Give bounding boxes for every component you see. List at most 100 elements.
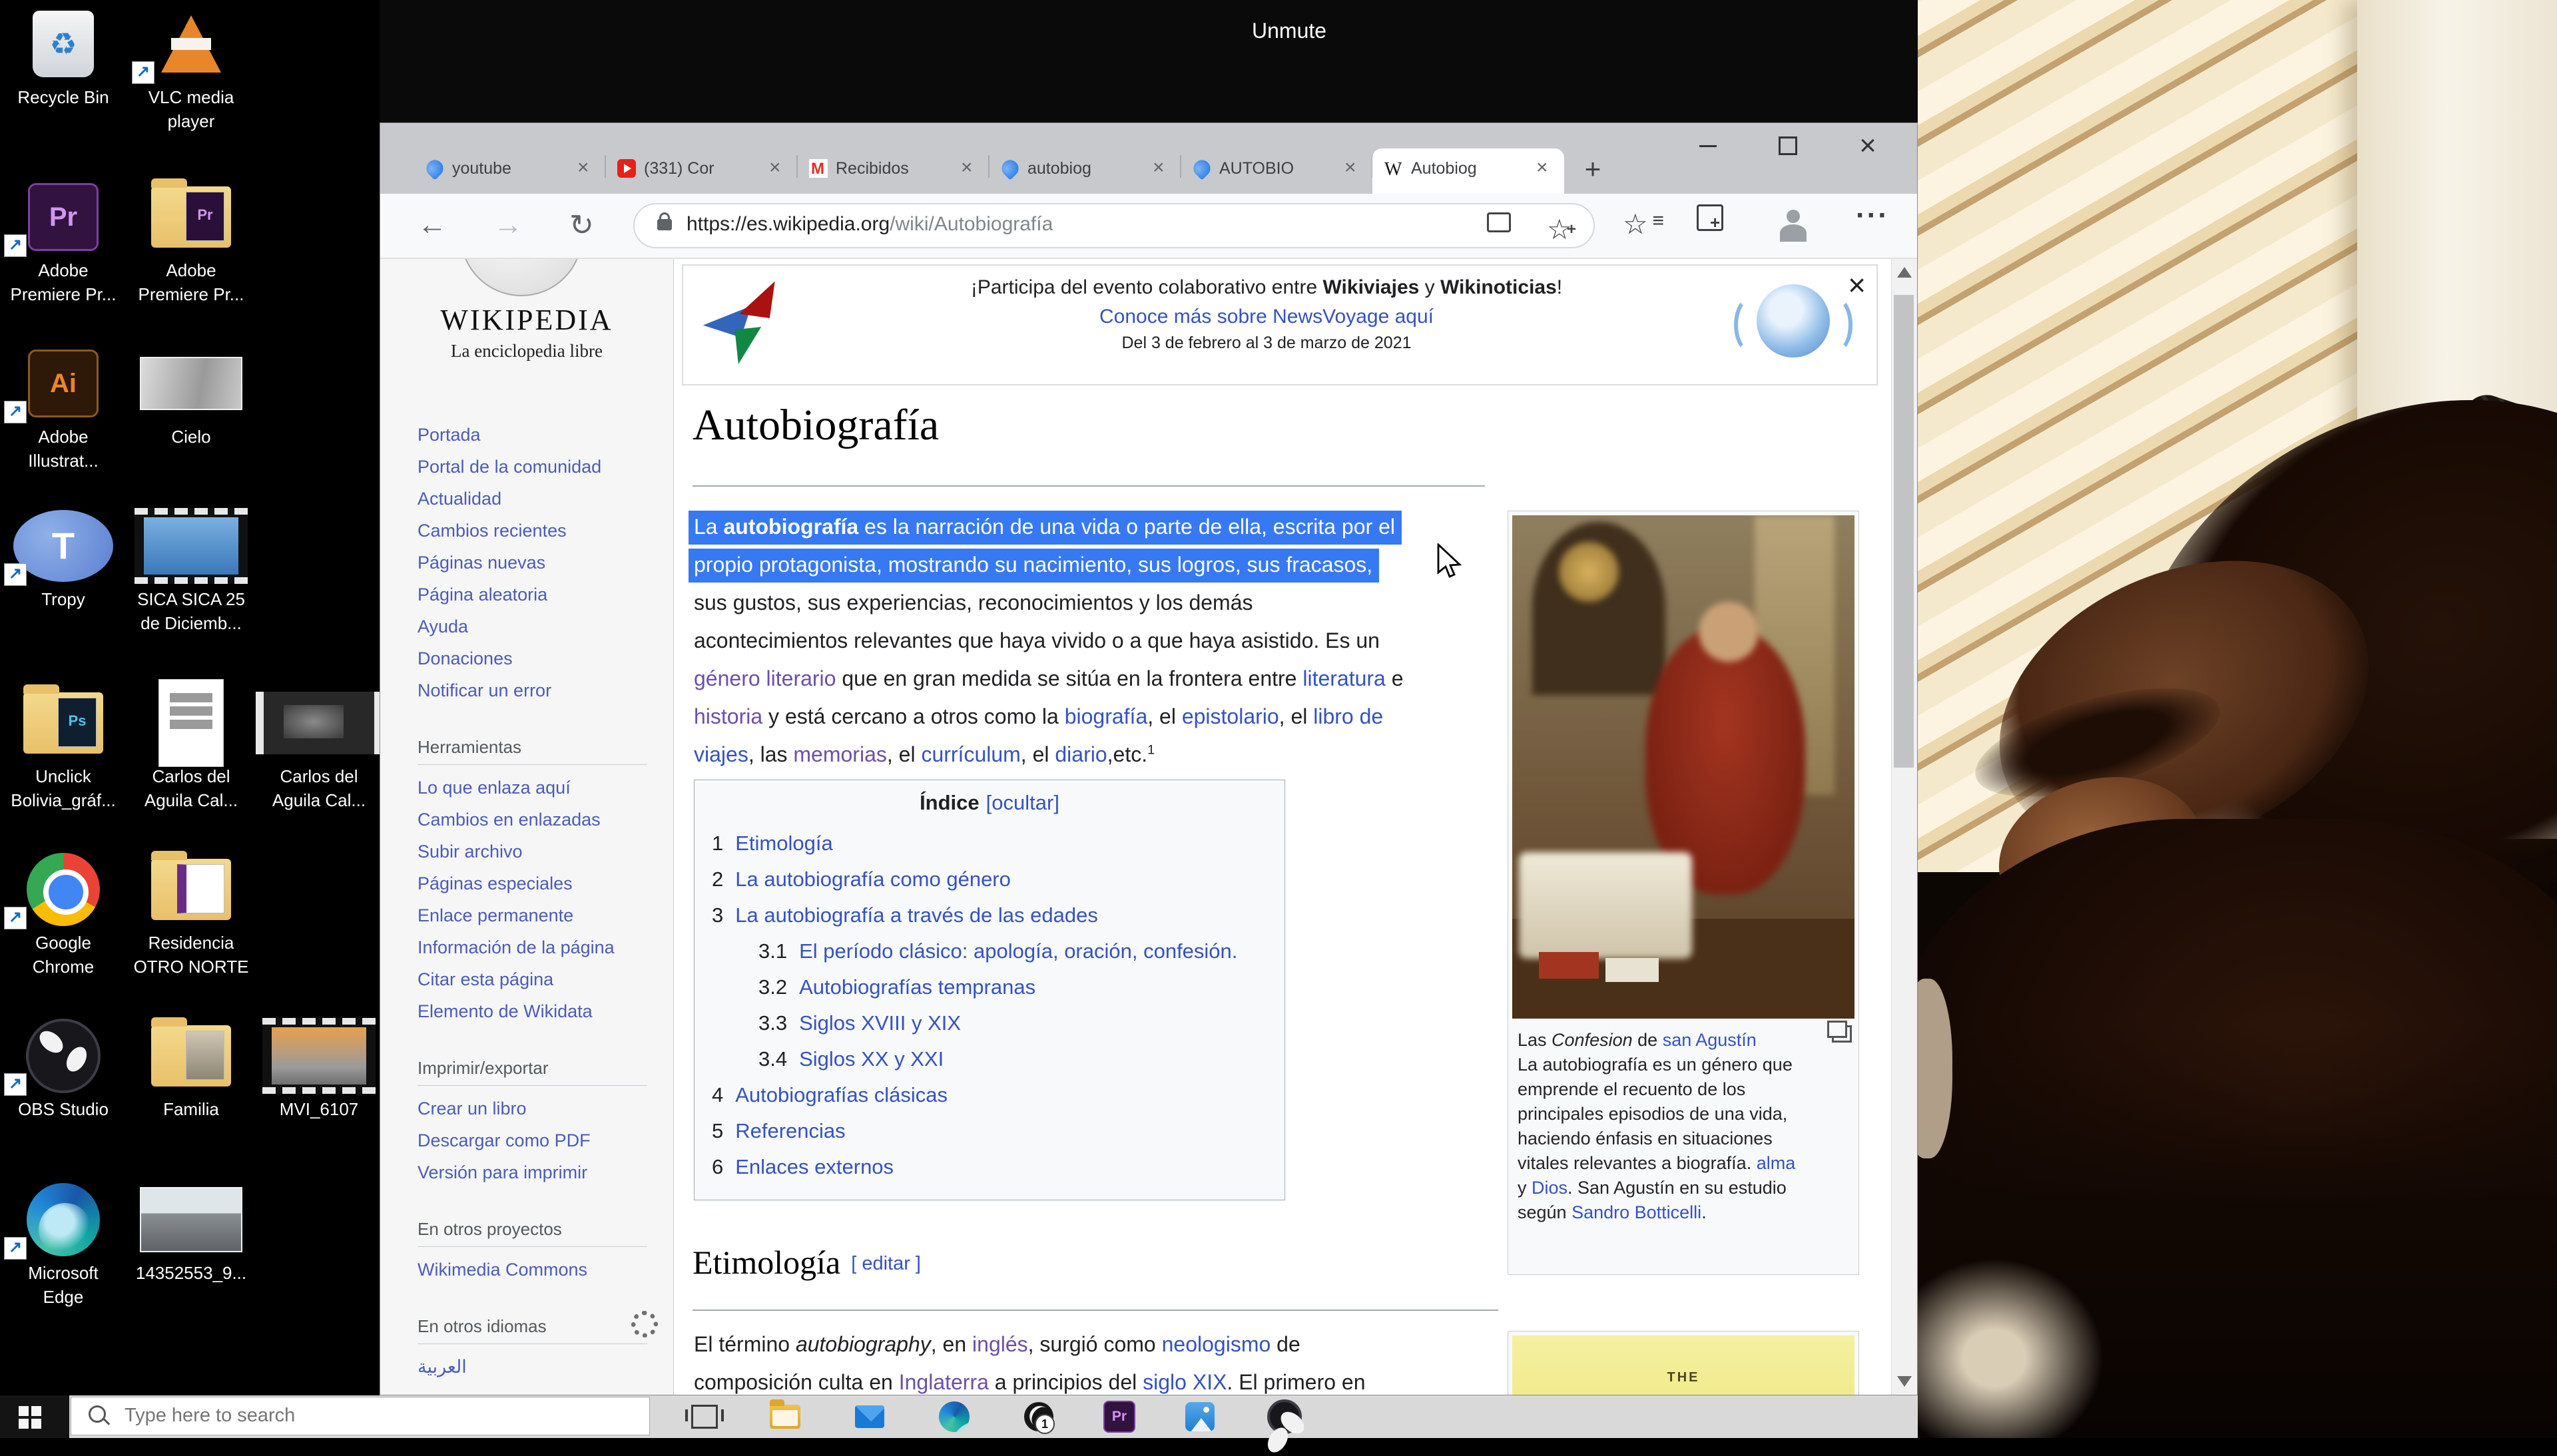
toc-item[interactable]: 3.3Siglos XVIII y XIX (758, 1005, 1267, 1041)
search-input[interactable] (123, 1404, 592, 1427)
window-close-button[interactable] (1847, 128, 1889, 163)
xbox-button[interactable]: 1 (1015, 1398, 1063, 1435)
banner-link[interactable]: Conoce más sobre NewsVoyage aquí (830, 306, 1703, 328)
banner-close-icon[interactable]: × (1848, 267, 1866, 303)
desktop-icon-carlos-doc[interactable]: Carlos delAguila Cal... (128, 682, 254, 812)
page-scrollbar[interactable] (1891, 259, 1917, 1395)
window-maximize-button[interactable] (1767, 128, 1809, 163)
sidebar-link-ayuda[interactable]: Ayuda (418, 610, 647, 642)
window-minimize-button[interactable] (1687, 128, 1729, 163)
toc-item[interactable]: 3La autobiografía a través de las edades (712, 897, 1267, 933)
mail-button[interactable] (846, 1398, 894, 1435)
desktop-icon-mvi-video[interactable]: MVI_6107 (256, 1015, 382, 1121)
sidebar-link-paginas-nuevas[interactable]: Páginas nuevas (418, 547, 647, 579)
desktop-icon-carlos-image[interactable]: Carlos delAguila Cal... (256, 682, 382, 812)
tab-autobiografia-1[interactable]: autobiog (989, 148, 1181, 194)
file-explorer-button[interactable] (761, 1398, 809, 1435)
desktop-icon-premiere[interactable]: Pr↗ AdobePremiere Pr... (0, 176, 127, 306)
toc-item[interactable]: 5Referencias (712, 1113, 1267, 1149)
tab-close-icon[interactable] (961, 158, 981, 178)
sidebar-link-pdf[interactable]: Descargar como PDF (418, 1124, 647, 1156)
desktop-icon-photo[interactable]: 14352553_9... (128, 1178, 254, 1285)
sidebar-link-enlazadas[interactable]: Cambios en enlazadas (418, 804, 647, 836)
profile-avatar[interactable] (1776, 204, 1811, 239)
premiere-button[interactable]: Pr (1095, 1398, 1143, 1435)
desktop-icon-edge[interactable]: ↗ MicrosoftEdge (0, 1178, 127, 1309)
article-figure-partial[interactable]: THE (1508, 1331, 1859, 1395)
browser-titlebar[interactable]: youtube (331) Cor Recibidos autobiog AUT… (380, 123, 1917, 194)
forward-button[interactable]: → (493, 208, 523, 242)
toc-item[interactable]: 2La autobiografía como género (712, 861, 1267, 897)
toc-item[interactable]: 3.2Autobiografías tempranas (758, 969, 1267, 1005)
back-button[interactable]: ← (418, 208, 447, 242)
menu-ellipsis-icon[interactable] (1856, 199, 1890, 234)
toc-hide-link[interactable]: [ocultar] (986, 791, 1059, 814)
desktop-icon-residencia-folder[interactable]: ResidenciaOTRO NORTE (128, 848, 254, 979)
taskbar-search[interactable] (71, 1397, 650, 1435)
sidebar-link-wikidata[interactable]: Elemento de Wikidata (418, 995, 647, 1027)
obs-button[interactable] (1261, 1398, 1308, 1435)
sidebar-link-notificar[interactable]: Notificar un error (418, 674, 647, 706)
sidebar-link-donaciones[interactable]: Donaciones (418, 642, 647, 674)
scrollbar-thumb[interactable] (1894, 295, 1914, 768)
sidebar-link-subir[interactable]: Subir archivo (418, 836, 647, 867)
desktop-icon-unclick-folder[interactable]: Ps UnclickBolivia_gráf... (0, 682, 127, 812)
task-view-button[interactable] (681, 1398, 728, 1435)
sidebar-link-informacion[interactable]: Información de la página (418, 931, 647, 963)
sidebar-link-imprimir[interactable]: Versión para imprimir (418, 1156, 647, 1188)
desktop-icon-chrome[interactable]: ↗ GoogleChrome (0, 848, 127, 979)
tab-youtube-video[interactable]: (331) Cor (605, 148, 797, 194)
sidebar-link-commons[interactable]: Wikimedia Commons (418, 1254, 647, 1286)
tab-close-icon[interactable] (769, 158, 789, 178)
tab-close-icon[interactable] (1153, 158, 1173, 178)
toc-item[interactable]: 3.4Siglos XX y XXI (758, 1041, 1267, 1077)
tab-close-icon[interactable] (1344, 158, 1364, 178)
favorites-list-icon[interactable] (1623, 208, 1657, 243)
sidebar-link-especiales[interactable]: Páginas especiales (418, 867, 647, 899)
desktop-icon-familia-folder[interactable]: Familia (128, 1015, 254, 1121)
edge-button[interactable] (930, 1398, 978, 1435)
reload-button[interactable]: ↻ (569, 208, 594, 242)
toc-item[interactable]: 6Enlaces externos (712, 1149, 1267, 1185)
painting-san-agustin[interactable] (1512, 515, 1854, 1019)
tab-close-icon[interactable] (1536, 158, 1556, 178)
gear-icon[interactable] (631, 1311, 658, 1337)
collections-icon[interactable] (1703, 208, 1737, 243)
desktop-icon-sica-video[interactable]: SICA SICA 25de Diciemb... (128, 505, 254, 635)
sidebar-link-actualidad[interactable]: Actualidad (418, 483, 647, 515)
sidebar-link-aleatoria[interactable]: Página aleatoria (418, 579, 647, 610)
tab-gmail[interactable]: Recibidos (797, 148, 989, 194)
desktop-icon-cielo[interactable]: Cielo (128, 342, 254, 449)
sidebar-link-enlaza[interactable]: Lo que enlaza aquí (418, 772, 647, 804)
sidebar-link-portada[interactable]: Portada (418, 419, 647, 451)
wikipedia-wordmark[interactable]: WIKIPEDIA (380, 303, 673, 337)
toc-item[interactable]: 4Autobiografías clásicas (712, 1077, 1267, 1113)
desktop-icon-vlc[interactable]: ↗ VLC mediaplayer (128, 3, 254, 133)
address-bar[interactable]: https://es.wikipedia.org/wiki/Autobiogra… (633, 203, 1595, 248)
sidebar-link-citar[interactable]: Citar esta página (418, 963, 647, 995)
tab-close-icon[interactable] (577, 158, 597, 178)
article-figure[interactable]: Las Confesion de san Agustín La autobiog… (1508, 511, 1859, 1275)
wikipedia-globe-logo[interactable] (460, 259, 583, 296)
desktop-icon-recycle-bin[interactable]: ♻ Recycle Bin (0, 3, 127, 109)
unmute-button[interactable]: Unmute (1252, 19, 1326, 43)
sidebar-link-permanente[interactable]: Enlace permanente (418, 899, 647, 931)
scroll-down-icon[interactable] (1897, 1376, 1912, 1387)
read-aloud-icon[interactable] (1487, 212, 1514, 236)
desktop-icon-obs[interactable]: ↗ OBS Studio (0, 1015, 127, 1121)
edit-link[interactable]: [ editar ] (851, 1253, 921, 1274)
sidebar-link-libro[interactable]: Crear un libro (418, 1092, 647, 1124)
photos-button[interactable] (1176, 1398, 1224, 1435)
start-button[interactable] (0, 1395, 69, 1438)
desktop-icon-premiere-folder[interactable]: Pr AdobePremiere Pr... (128, 176, 254, 306)
add-favorite-icon[interactable] (1547, 214, 1573, 238)
tab-wikipedia-active[interactable]: Autobiog (1372, 148, 1564, 194)
tab-youtube[interactable]: youtube (414, 148, 605, 194)
scroll-up-icon[interactable] (1897, 267, 1912, 278)
site-banner[interactable]: ¡Participa del evento colaborativo entre… (682, 264, 1878, 385)
desktop-icon-tropy[interactable]: T↗ Tropy (0, 505, 127, 611)
desktop-icon-illustrator[interactable]: Ai↗ AdobeIllustrat... (0, 342, 127, 473)
new-tab-button[interactable]: + (1576, 152, 1609, 186)
toc-item[interactable]: 1Etimología (712, 826, 1267, 861)
sidebar-link-arabic[interactable]: العربية (418, 1351, 647, 1383)
